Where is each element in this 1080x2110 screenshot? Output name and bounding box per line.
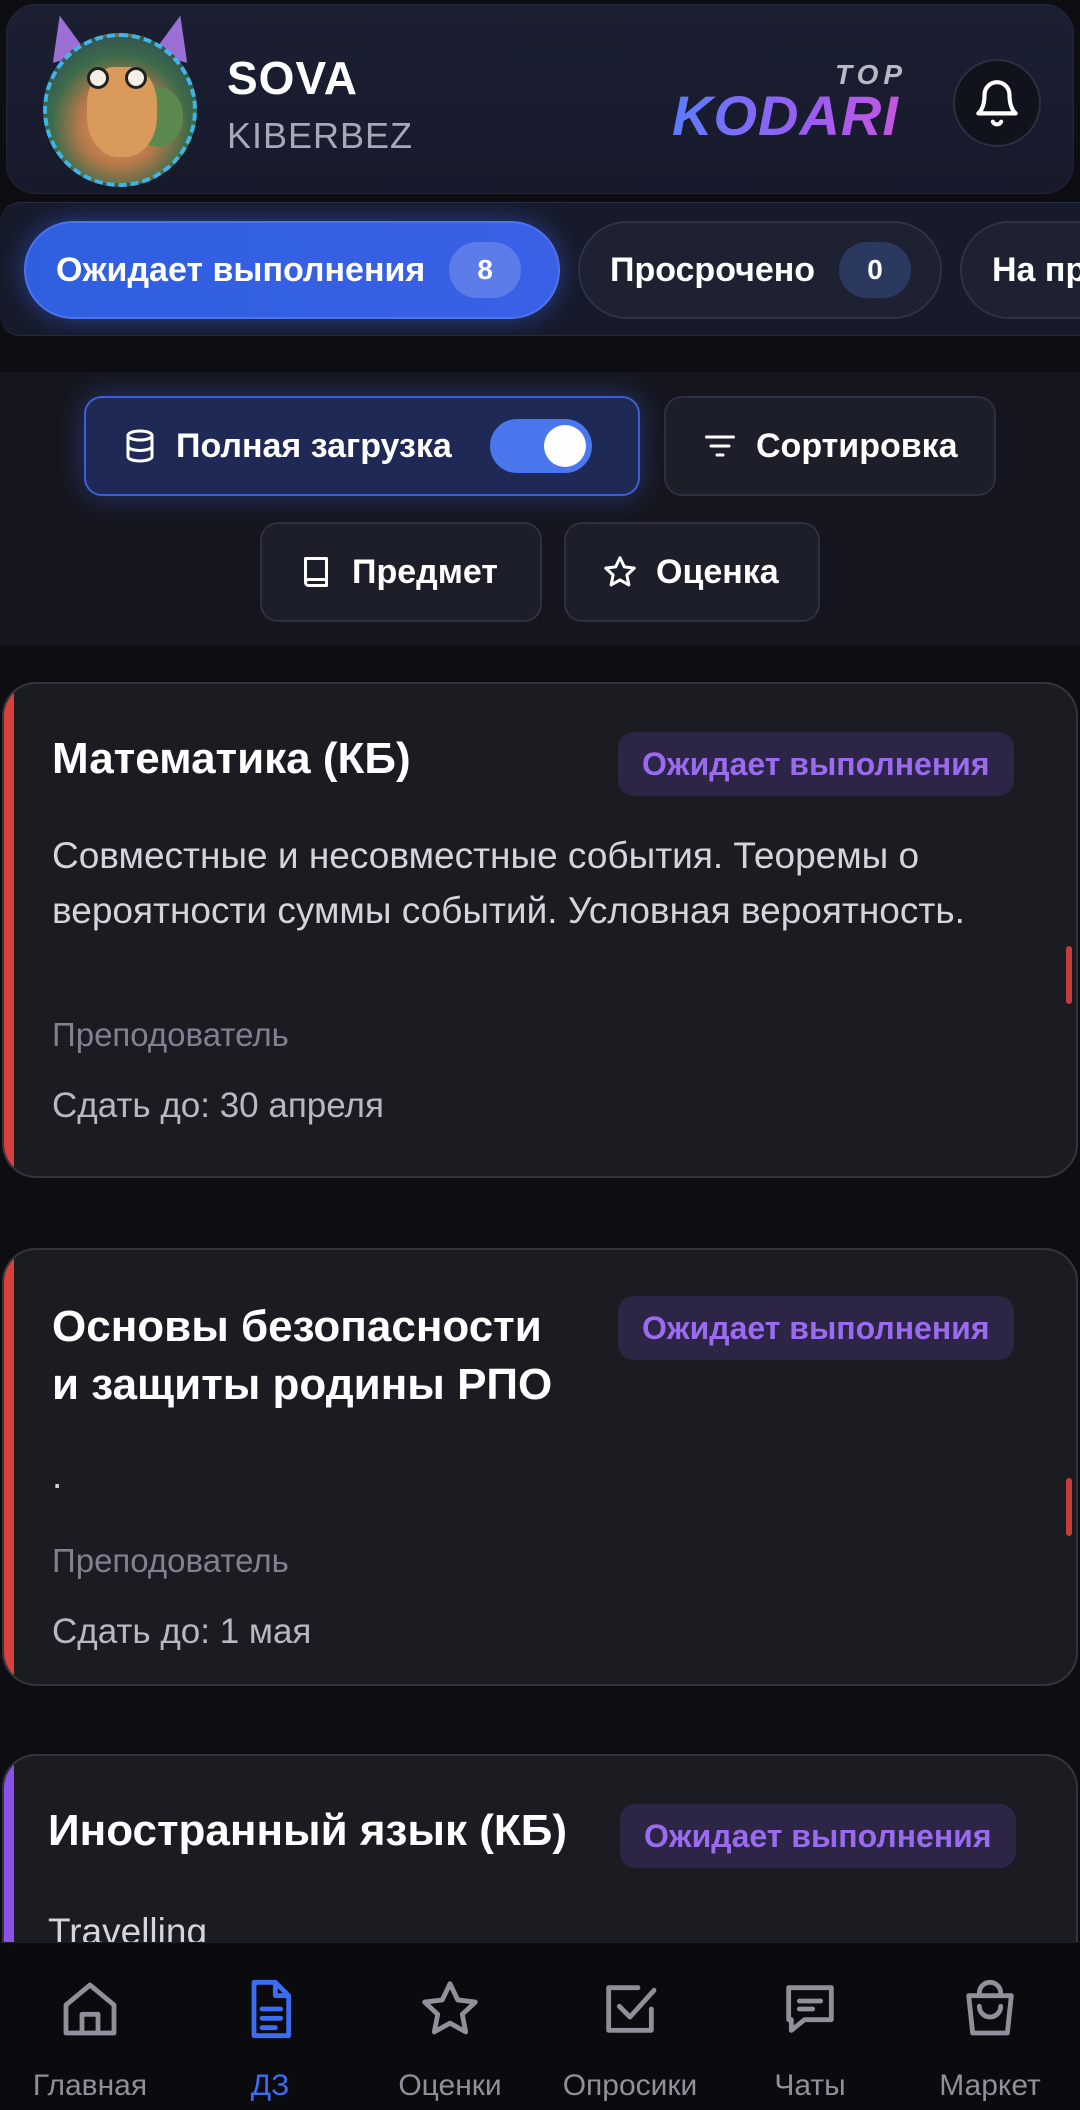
- nav-chats[interactable]: Чаты: [720, 1943, 900, 2110]
- bell-icon: [976, 80, 1018, 127]
- card-description: Совместные и несовместные события. Теоре…: [52, 835, 965, 931]
- tab-overdue[interactable]: Просрочено 0: [578, 221, 942, 319]
- card-marker: [1066, 1478, 1072, 1536]
- avatar-image: [43, 33, 197, 187]
- card-due-date: Сдать до: 30 апреля: [52, 1086, 384, 1125]
- nav-grades-label: Оценки: [398, 2069, 502, 2102]
- tab-overdue-count: 0: [839, 242, 912, 298]
- notifications-button[interactable]: [953, 59, 1041, 147]
- sort-icon: [705, 435, 735, 457]
- tab-pending-count: 8: [449, 242, 522, 298]
- database-icon: [126, 429, 154, 463]
- card-subject: Математика (КБ): [52, 734, 411, 783]
- star-icon: [604, 556, 636, 587]
- nav-home[interactable]: Главная: [0, 1943, 180, 2110]
- user-name: SOVA: [227, 52, 358, 104]
- document-icon: [251, 1979, 292, 2039]
- logo: KODARI: [672, 84, 899, 147]
- profile-header: SOVA KIBERBEZ TOP KODARI: [6, 4, 1074, 194]
- sort-label: Сортировка: [756, 426, 958, 465]
- nav-surveys[interactable]: Опросики: [540, 1943, 720, 2110]
- grade-filter-button[interactable]: Оценка: [564, 522, 820, 622]
- tab-pending[interactable]: Ожидает выполнения 8: [24, 221, 560, 319]
- chat-icon: [786, 1985, 834, 2033]
- card-stripe: [4, 1250, 14, 1684]
- status-badge: Ожидает выполнения: [620, 1804, 1016, 1868]
- card-due-date: Сдать до: 1 мая: [52, 1612, 312, 1651]
- status-badge: Ожидает выполнения: [618, 732, 1014, 796]
- card-marker: [1066, 946, 1072, 1004]
- full-load-switch[interactable]: [489, 419, 592, 473]
- filter-bar: Полная загрузка Сортировка Предмет Оценк…: [0, 372, 1080, 646]
- tab-pending-label: Ожидает выполнения: [56, 250, 426, 289]
- tab-on-review[interactable]: На пр: [960, 221, 1080, 319]
- nav-market-label: Маркет: [939, 2069, 1041, 2102]
- card-teacher: Преподователь: [52, 1016, 289, 1053]
- card-stripe: [4, 684, 14, 1176]
- card-subject-line2: и защиты родины РПО: [52, 1360, 553, 1409]
- nav-chats-label: Чаты: [774, 2069, 846, 2102]
- tab-overdue-label: Просрочено: [610, 250, 816, 289]
- nav-surveys-label: Опросики: [562, 2069, 698, 2102]
- bottom-navigation: Главная ДЗ Оценки Опросики Чаты Маркет: [0, 1942, 1080, 2110]
- home-icon: [63, 1982, 117, 2036]
- user-group: KIBERBEZ: [227, 115, 414, 156]
- full-load-toggle-button[interactable]: Полная загрузка: [84, 396, 640, 496]
- nav-grades[interactable]: Оценки: [360, 1943, 540, 2110]
- homework-card[interactable]: Основы безопасности и защиты родины РПО …: [2, 1248, 1078, 1686]
- sort-button[interactable]: Сортировка: [664, 396, 996, 496]
- subject-filter-button[interactable]: Предмет: [260, 522, 542, 622]
- card-subject-line1: Основы безопасности: [52, 1302, 542, 1351]
- book-icon: [304, 557, 328, 587]
- card-description: .: [52, 1455, 63, 1496]
- nav-homework-label: ДЗ: [250, 2069, 290, 2102]
- star-icon: [422, 1981, 478, 2035]
- nav-market[interactable]: Маркет: [900, 1943, 1080, 2110]
- card-teacher: Преподователь: [52, 1542, 289, 1579]
- bag-icon: [966, 1980, 1014, 2036]
- status-badge: Ожидает выполнения: [618, 1296, 1014, 1360]
- card-subject: Иностранный язык (КБ): [48, 1806, 568, 1855]
- homework-card[interactable]: Математика (КБ) Ожидает выполнения Совме…: [2, 682, 1078, 1178]
- avatar[interactable]: [35, 11, 205, 187]
- nav-home-label: Главная: [32, 2069, 148, 2102]
- nav-homework[interactable]: ДЗ: [180, 1943, 360, 2110]
- tab-on-review-label: На пр: [992, 250, 1080, 289]
- checkbox-icon: [606, 1985, 657, 2033]
- grade-label: Оценка: [656, 552, 779, 591]
- full-load-label: Полная загрузка: [176, 426, 452, 465]
- status-tabs: Ожидает выполнения 8 Просрочено 0 На пр: [0, 202, 1080, 336]
- subject-label: Предмет: [352, 552, 498, 591]
